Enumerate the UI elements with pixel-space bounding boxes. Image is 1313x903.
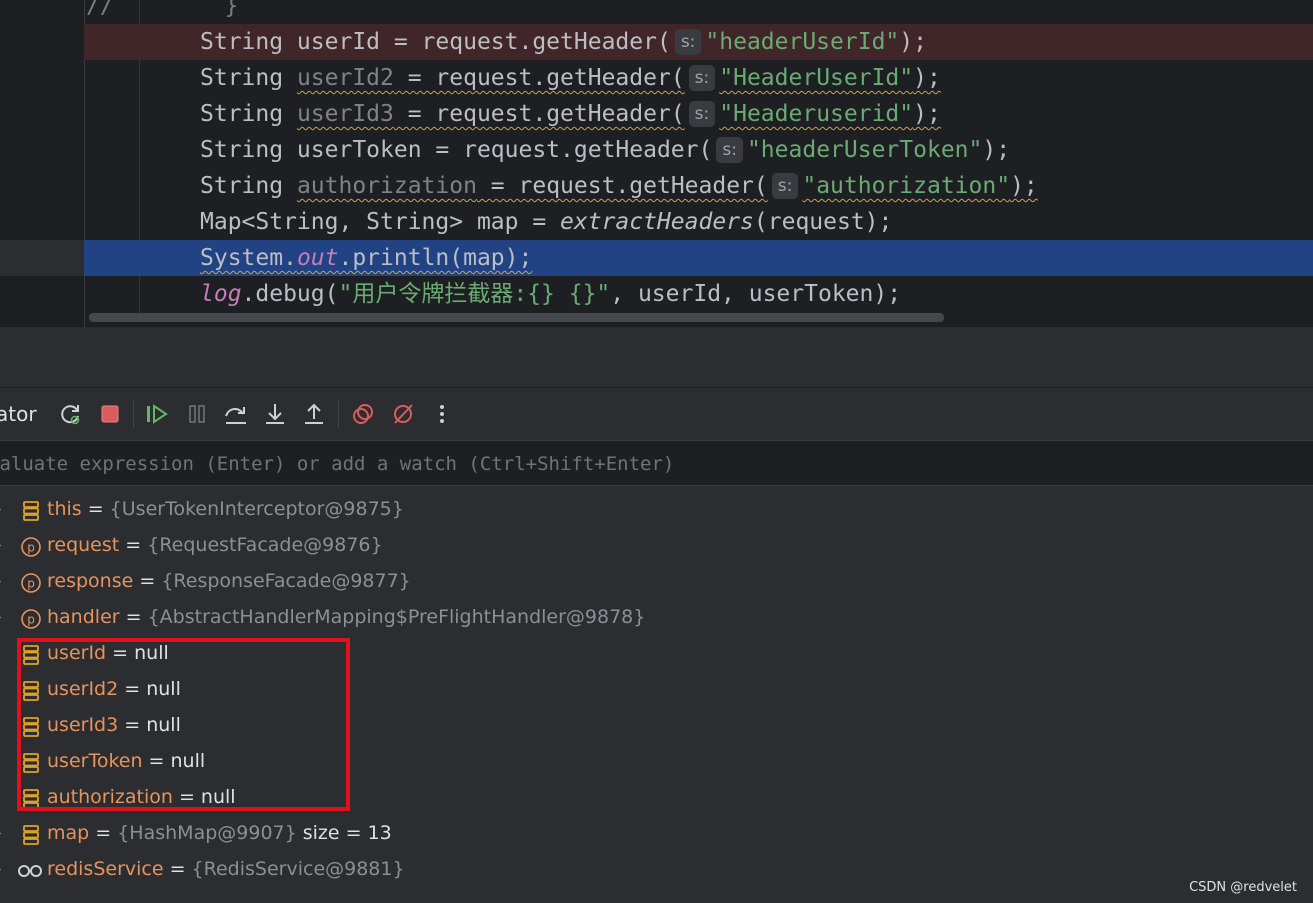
variable-text: request = {RequestFacade@9876} [47,527,383,563]
equals-sign: = [133,570,162,592]
variable-row-response[interactable]: › p response = {ResponseFacade@9877} [0,563,1313,599]
code-line-log[interactable]: log.debug("用户令牌拦截器:{} {}", userId, userT… [0,276,1313,312]
param-hint: s: [716,137,743,163]
red-highlight-box [17,638,350,811]
param-hint: s: [674,29,702,55]
horizontal-scrollbar[interactable] [89,313,944,322]
variable-text: response = {ResponseFacade@9877} [47,563,411,599]
equals-sign: = [163,858,192,880]
variable-text: handler = {AbstractHandlerMapping$PreFli… [47,599,645,635]
variable-name: this [47,498,82,520]
step-into-icon[interactable] [261,400,289,428]
variable-name: handler [47,606,120,628]
variable-value: {HashMap@9907} [117,822,297,844]
variable-name: redisService [47,858,164,880]
code-line-current-println[interactable]: System.out.println(map); [0,240,1313,276]
svg-text:p: p [27,577,35,591]
variable-text: map = {HashMap@9907} size = 13 [47,815,392,851]
variable-value: {AbstractHandlerMapping$PreFlightHandler… [147,606,646,628]
equals-sign: = [119,606,148,628]
equals-sign: = [81,498,110,520]
evaluate-expression-bar [0,440,1313,487]
code-text: System.out.println(map); [200,245,533,271]
parameter-icon: p [20,570,42,593]
chevron-right-icon[interactable]: › [0,599,8,635]
variable-name: map [47,822,90,844]
code-line-userid2[interactable]: String userId2 = request.getHeader(s: "He… [0,60,1313,96]
variable-text: redisService = {RedisService@9881} [47,851,405,887]
code-text: String userId2 = request.getHeader(s: "He… [200,65,941,91]
field-icon [20,498,42,521]
code-line-userid3[interactable]: String userId3 = request.getHeader(s: "He… [0,96,1313,132]
field-icon [20,822,42,845]
evaluate-expression-input[interactable] [0,441,1310,487]
code-line-userid[interactable]: String userId = request.getHeader(s: "hea… [0,24,1313,60]
parameter-icon: p [20,534,42,557]
debug-toolbar: ator [0,388,1313,440]
code-editor[interactable]: // } String userId = request.getHeader(s… [0,0,1313,327]
code-text: String userToken = request.getHeader(s: "… [200,137,1011,163]
mute-breakpoints-icon[interactable] [389,400,417,428]
view-breakpoints-icon[interactable] [349,400,377,428]
code-line-authorization[interactable]: String authorization = request.getHeader… [0,168,1313,204]
variable-value: {RequestFacade@9876} [147,534,383,556]
variable-value: {RedisService@9881} [191,858,405,880]
param-hint: s: [771,173,799,199]
variable-size: size = 13 [296,822,392,844]
variable-value: {UserTokenInterceptor@9875} [109,498,404,520]
code-text: String userId3 = request.getHeader(s: "He… [200,101,941,127]
stop-icon[interactable] [96,400,124,428]
comment-text: // } [86,0,239,19]
code-text: String userId = request.getHeader(s: "hea… [200,29,927,55]
code-text: log.debug("用户令牌拦截器:{} {}", userId, userT… [200,281,902,307]
svg-text:p: p [27,613,35,627]
chevron-right-icon[interactable]: › [0,815,8,851]
svg-text:p: p [27,541,35,555]
variable-row-this[interactable]: › this = {UserTokenInterceptor@9875} [0,491,1313,527]
variable-value: {ResponseFacade@9877} [161,570,411,592]
param-hint: s: [688,101,716,127]
equals-sign: = [89,822,118,844]
code-line-map[interactable]: Map<String, String> map = extractHeaders… [0,204,1313,240]
variable-row-handler[interactable]: › p handler = {AbstractHandlerMapping$PreF… [0,599,1313,635]
variable-row-request[interactable]: › p request = {RequestFacade@9876} [0,527,1313,563]
pause-icon[interactable] [183,400,211,428]
variable-name: response [47,570,134,592]
step-out-icon[interactable] [300,400,328,428]
debug-panel: ator valuate expression (Enter) or add a… [0,327,1313,903]
param-hint: s: [688,65,716,91]
code-line-comment[interactable]: // } [0,0,1313,24]
chevron-right-icon[interactable]: › [0,563,8,599]
toolbar-separator [338,400,339,428]
toolbar-separator [133,400,134,428]
more-icon[interactable] [428,400,456,428]
chevron-right-icon[interactable]: › [0,491,8,527]
equals-sign: = [119,534,148,556]
tool-window-title[interactable]: ator [0,402,37,426]
code-text: String authorization = request.getHeader… [200,173,1038,199]
resume-icon[interactable] [143,400,171,428]
variable-name: request [47,534,120,556]
parameter-icon: p [20,606,42,629]
watermark: CSDN @redvelet [1189,880,1297,895]
variable-text: this = {UserTokenInterceptor@9875} [47,491,404,527]
variable-row-map[interactable]: › map = {HashMap@9907} size = 13 [0,815,1313,851]
watch-icon [17,858,42,880]
chevron-right-icon[interactable]: › [0,851,8,887]
variable-row-redisservice[interactable]: › redisService = {RedisService@9881} [0,851,1313,887]
code-text: Map<String, String> map = extractHeaders… [200,209,893,235]
rerun-icon[interactable] [57,400,85,428]
step-over-icon[interactable] [222,400,250,428]
chevron-right-icon[interactable]: › [0,527,8,563]
code-line-usertoken[interactable]: String userToken = request.getHeader(s: "… [0,132,1313,168]
